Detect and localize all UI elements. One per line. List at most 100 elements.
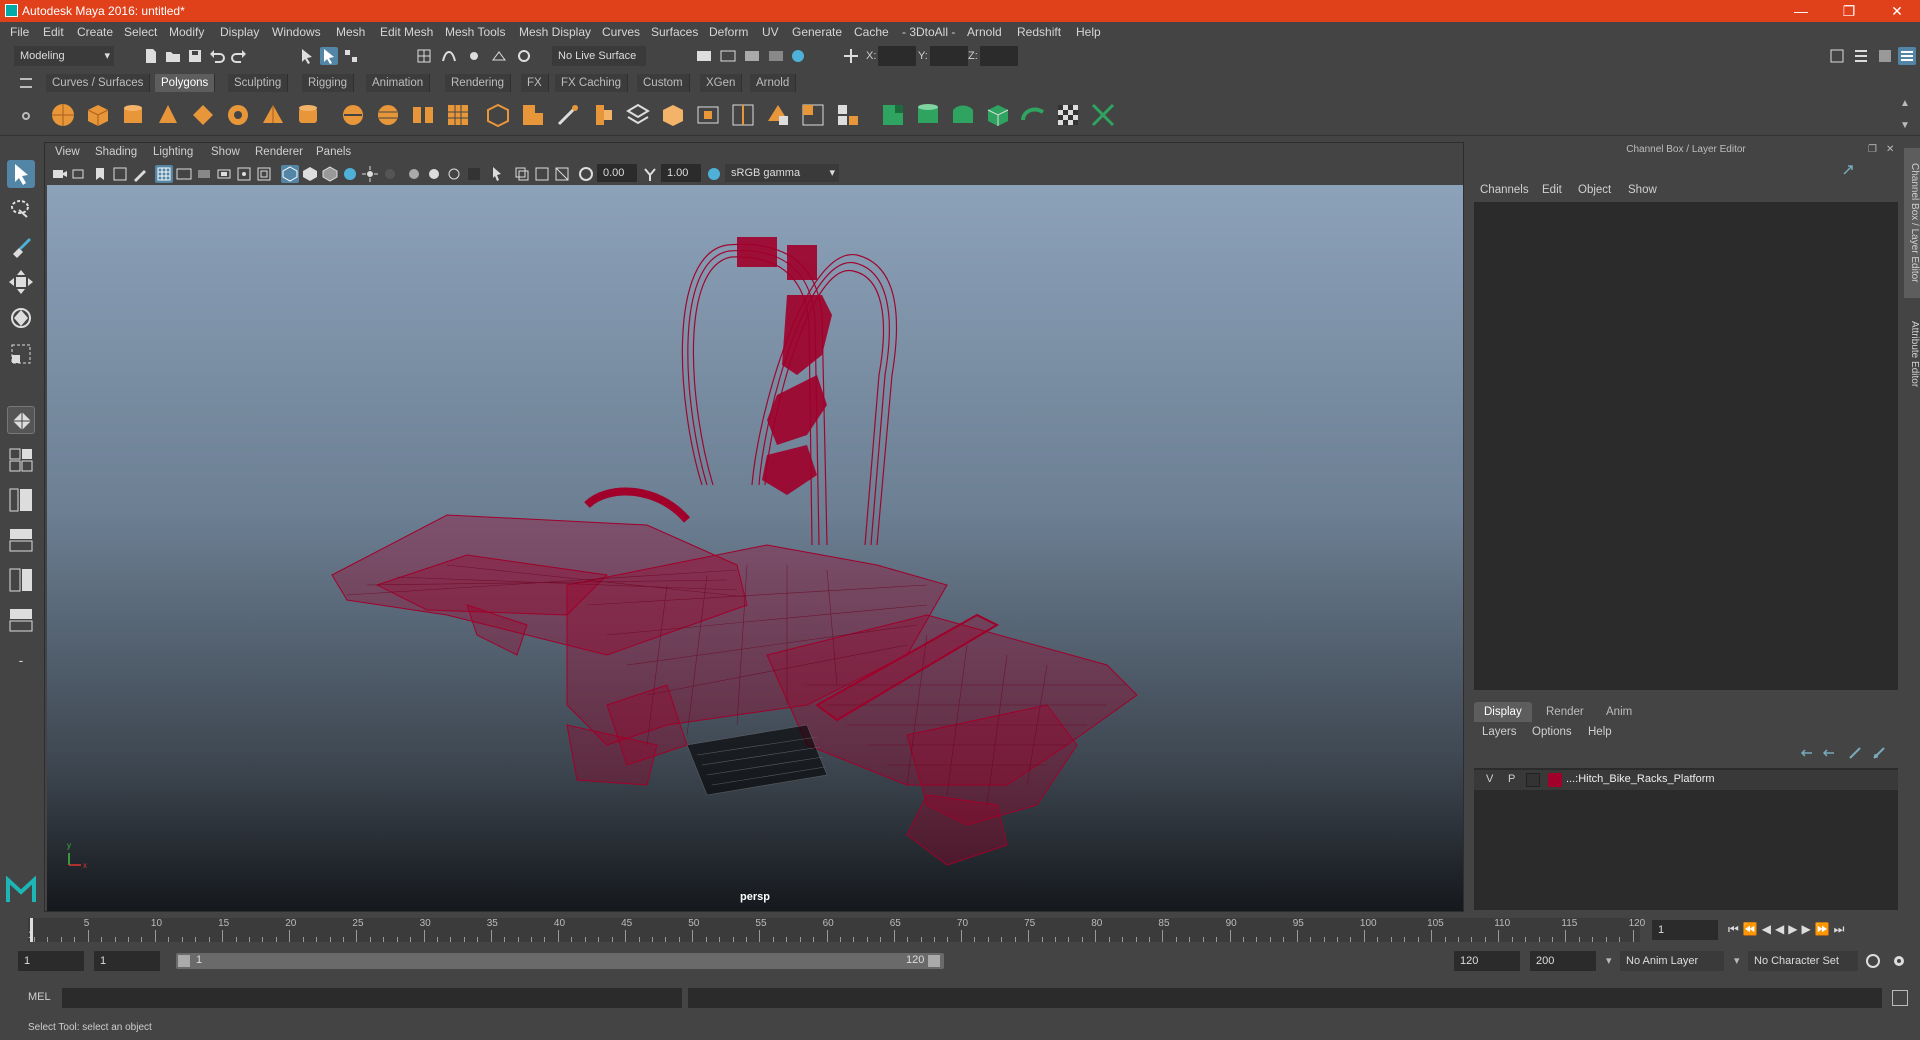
automatic-uv-icon[interactable] bbox=[985, 102, 1011, 128]
vp-menu-view[interactable]: View bbox=[55, 146, 80, 158]
smooth-icon[interactable] bbox=[445, 102, 471, 128]
bridge-icon[interactable] bbox=[555, 102, 581, 128]
menu-3dtoall[interactable]: - 3DtoAll - bbox=[902, 25, 955, 39]
use-all-lights-icon[interactable] bbox=[361, 165, 379, 183]
script-language-label[interactable]: MEL bbox=[28, 991, 51, 1003]
single-perspective-layout-icon[interactable] bbox=[7, 406, 35, 434]
cb-menu-object[interactable]: Object bbox=[1578, 184, 1611, 196]
playback-end-field[interactable]: 120 bbox=[1454, 951, 1520, 971]
menu-cache[interactable]: Cache bbox=[854, 25, 889, 39]
shelf-tab-fx-caching[interactable]: FX Caching bbox=[555, 74, 629, 92]
exposure-icon[interactable] bbox=[577, 165, 595, 183]
spherical-uv-icon[interactable] bbox=[950, 102, 976, 128]
mode-selector[interactable]: Modeling ▾ bbox=[14, 46, 114, 66]
layer-row[interactable]: V P ...:Hitch_Bike_Racks_Platform bbox=[1474, 770, 1898, 790]
animation-preferences-icon[interactable] bbox=[1890, 952, 1908, 970]
menu-select[interactable]: Select bbox=[124, 25, 157, 39]
field-chart-icon[interactable] bbox=[235, 165, 253, 183]
animation-end-field[interactable]: 200 bbox=[1530, 951, 1596, 971]
camera-select-icon[interactable] bbox=[51, 165, 69, 183]
select-component-icon[interactable] bbox=[342, 47, 360, 65]
color-space-dropdown[interactable]: sRGB gamma ▾ bbox=[725, 164, 839, 182]
planar-uv-icon[interactable] bbox=[880, 102, 906, 128]
offset-edge-loop-icon[interactable] bbox=[765, 102, 791, 128]
menu-surfaces[interactable]: Surfaces bbox=[651, 25, 698, 39]
resolution-gate-icon[interactable] bbox=[195, 165, 213, 183]
cb-menu-edit[interactable]: Edit bbox=[1542, 184, 1562, 196]
vp-menu-show[interactable]: Show bbox=[211, 146, 240, 158]
bevel-icon[interactable] bbox=[520, 102, 546, 128]
move-layer-up-icon[interactable] bbox=[1800, 746, 1814, 760]
poly-cube-icon[interactable] bbox=[85, 102, 111, 128]
step-back-frame-icon[interactable]: ◀ bbox=[1762, 922, 1775, 936]
channel-box-toggle-icon[interactable] bbox=[1898, 47, 1916, 65]
shelf-tab-custom[interactable]: Custom bbox=[637, 74, 690, 92]
float-panel-icon[interactable]: ❐ bbox=[1868, 144, 1877, 155]
separate-icon[interactable] bbox=[375, 102, 401, 128]
cb-menu-channels[interactable]: Channels bbox=[1480, 184, 1529, 196]
go-to-end-icon[interactable]: ⏭ bbox=[1834, 922, 1849, 936]
menu-redshift[interactable]: Redshift bbox=[1017, 25, 1061, 39]
close-icon[interactable]: ✕ bbox=[1874, 0, 1920, 22]
append-polygon-icon[interactable] bbox=[660, 102, 686, 128]
new-layer-selected-icon[interactable] bbox=[1872, 746, 1886, 760]
layer-visibility-toggle[interactable]: V bbox=[1486, 773, 1493, 785]
playback-start-field[interactable]: 1 bbox=[94, 951, 160, 971]
gamma-icon[interactable] bbox=[641, 165, 659, 183]
layer-color-swatch[interactable] bbox=[1548, 773, 1562, 787]
play-backward-icon[interactable]: ◀ bbox=[1775, 922, 1788, 936]
time-slider-track[interactable]: 1 51015202530354045505560657075808590951… bbox=[28, 918, 1645, 942]
move-layer-down-icon[interactable] bbox=[1822, 746, 1836, 760]
new-scene-icon[interactable] bbox=[142, 47, 160, 65]
shelf-tab-animation[interactable]: Animation bbox=[366, 74, 431, 92]
poly-cylinder-icon[interactable] bbox=[120, 102, 146, 128]
extrude-icon[interactable] bbox=[485, 102, 511, 128]
perspective-viewport[interactable]: y x persp bbox=[47, 185, 1463, 911]
rotate-tool-icon[interactable] bbox=[7, 304, 35, 332]
le-menu-layers[interactable]: Layers bbox=[1482, 726, 1517, 738]
le-tab-render[interactable]: Render bbox=[1536, 702, 1594, 722]
ipr-render-icon[interactable] bbox=[743, 47, 761, 65]
restore-icon[interactable]: ❐ bbox=[1826, 0, 1872, 22]
uv-toolkit-icon[interactable] bbox=[1090, 102, 1116, 128]
anim-layer-dropdown[interactable]: No Anim Layer bbox=[1620, 951, 1724, 971]
screen-space-ao-icon[interactable] bbox=[405, 165, 423, 183]
shadows-icon[interactable] bbox=[381, 165, 399, 183]
anim-layer-chevron-icon[interactable]: ▾ bbox=[1606, 954, 1612, 967]
depth-of-field-icon[interactable] bbox=[465, 165, 483, 183]
grease-pencil-icon[interactable] bbox=[131, 165, 149, 183]
select-hierarchy-icon[interactable] bbox=[298, 47, 316, 65]
y-field[interactable] bbox=[930, 46, 968, 66]
camera-attributes-icon[interactable] bbox=[71, 165, 89, 183]
poly-pyramid-icon[interactable] bbox=[260, 102, 286, 128]
shelf-tab-polygons[interactable]: Polygons bbox=[155, 74, 216, 92]
menu-generate[interactable]: Generate bbox=[792, 25, 842, 39]
image-plane-icon[interactable] bbox=[111, 165, 129, 183]
poly-pipe-icon[interactable] bbox=[295, 102, 321, 128]
mirror-icon[interactable] bbox=[410, 102, 436, 128]
cylindrical-uv-icon[interactable] bbox=[915, 102, 941, 128]
render-current-frame-icon[interactable] bbox=[695, 47, 713, 65]
outliner-layout-icon[interactable] bbox=[7, 606, 35, 634]
menu-mesh[interactable]: Mesh bbox=[336, 25, 365, 39]
exposure-field[interactable]: 0.00 bbox=[597, 164, 637, 182]
move-tool-icon[interactable] bbox=[7, 268, 35, 296]
layer-type-toggle[interactable] bbox=[1526, 773, 1540, 787]
color-management-icon[interactable] bbox=[705, 165, 723, 183]
open-scene-icon[interactable] bbox=[164, 47, 182, 65]
poly-torus-icon[interactable] bbox=[225, 102, 251, 128]
make-live-icon[interactable] bbox=[515, 47, 533, 65]
new-empty-layer-icon[interactable] bbox=[1848, 746, 1862, 760]
shelf-scroll-up-icon[interactable]: ▲ bbox=[1900, 98, 1910, 109]
character-set-chevron-icon[interactable]: ▾ bbox=[1734, 954, 1740, 967]
redo-icon[interactable] bbox=[230, 47, 248, 65]
minimize-icon[interactable]: — bbox=[1778, 0, 1824, 22]
menu-create[interactable]: Create bbox=[77, 25, 113, 39]
snap-view-plane-icon[interactable] bbox=[490, 47, 508, 65]
tool-settings-toggle-icon[interactable] bbox=[1876, 47, 1894, 65]
x-field[interactable] bbox=[878, 46, 916, 66]
shelf-scroll-down-icon[interactable]: ▼ bbox=[1900, 120, 1910, 131]
film-gate-icon[interactable] bbox=[175, 165, 193, 183]
xray-components-icon[interactable] bbox=[553, 165, 571, 183]
menu-display[interactable]: Display bbox=[220, 25, 259, 39]
